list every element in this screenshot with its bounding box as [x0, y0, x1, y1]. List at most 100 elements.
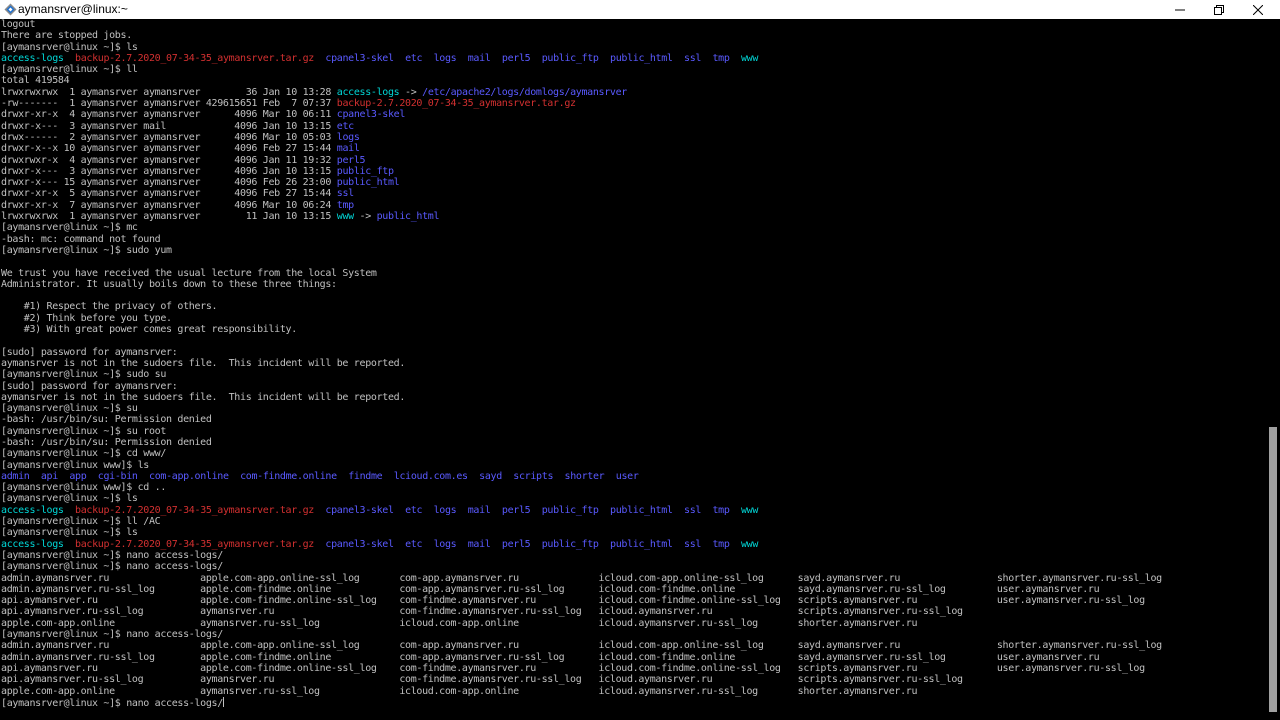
terminal-line: drwxrwxr-x 4 aymansrver aymansrver 4096 …: [1, 155, 1263, 166]
terminal-text: www: [740, 52, 759, 64]
terminal-text: drwxrwxr-x 4 aymansrver aymansrver 4096 …: [1, 154, 337, 166]
terminal-output[interactable]: logout There are stopped jobs. [aymansrver…: [1, 19, 1263, 720]
terminal-line: drwxr-x--- 15 aymansrver aymansrver 4096…: [1, 177, 1263, 188]
terminal-text: drwxr-xr-x 4 aymansrver aymansrver 4096 …: [1, 109, 337, 121]
terminal-text: mail: [467, 538, 491, 550]
terminal-text: tmp: [712, 52, 730, 64]
terminal-line: [aymansrver@linux ~]$ su: [1, 403, 1263, 414]
terminal-line: api.aymansrver.ru-ssl_log aymansrver.ru …: [1, 674, 1263, 685]
terminal-line: aymansrver is not in the sudoers file. T…: [1, 358, 1263, 369]
window-titlebar[interactable]: aymansrver@linux:~: [0, 0, 1280, 19]
terminal-text: [aymansrver@linux ~]$ nano access-logs/: [1, 629, 223, 641]
maximize-button[interactable]: [1200, 0, 1238, 19]
terminal-text: #1) Respect the privacy of others.: [1, 301, 218, 313]
terminal-text: www: [740, 504, 759, 516]
minimize-button[interactable]: [1161, 0, 1199, 19]
terminal-text: public_ftp: [336, 165, 394, 177]
terminal-line: api.aymansrver.ru apple.com-findme.onlin…: [1, 663, 1263, 674]
terminal-text: user: [615, 470, 639, 482]
terminal-line: access-logs backup-2.7.2020_07-34-35_aym…: [1, 539, 1263, 550]
terminal-text: perl5: [336, 154, 366, 166]
terminal-text: admin: [1, 470, 30, 482]
terminal-line: drwxr-xr-x 7 aymansrver aymansrver 4096 …: [1, 200, 1263, 211]
terminal-line: lrwxrwxrwx 1 aymansrver aymansrver 11 Ja…: [1, 211, 1263, 222]
terminal-text: [aymansrver@linux ~]$ ll /AC: [1, 516, 161, 528]
terminal-text: ssl: [684, 52, 702, 64]
terminal-text: backup-2.7.2020_07-34-35_aymansrver.tar.…: [336, 98, 576, 110]
terminal-text: [sudo] password for aymansrver:: [1, 346, 178, 358]
terminal-text: [sudo] password for aymansrver:: [1, 380, 178, 392]
terminal-text: logs: [336, 131, 360, 143]
terminal-line: [aymansrver@linux ~]$ ll: [1, 64, 1263, 75]
terminal-line: #2) Think before you type.: [1, 313, 1263, 324]
terminal-text: cpanel3-skel: [325, 52, 394, 64]
terminal-text: [aymansrver@linux ~]$ ls: [1, 41, 138, 53]
scrollbar-thumb[interactable]: [1269, 427, 1277, 712]
terminal-text: -rw------- 1 aymansrver aymansrver 42961…: [1, 98, 337, 110]
terminal-line: admin api app cgi-bin com-app.online com…: [1, 471, 1263, 482]
terminal-line: There are stopped jobs.: [1, 30, 1263, 41]
terminal-text: [aymansrver@linux www]$ ls: [1, 459, 149, 471]
terminal-text: etc: [405, 538, 423, 550]
terminal-line: admin.aymansrver.ru apple.com-app.online…: [1, 640, 1263, 651]
terminal-text: com-app.online: [149, 470, 229, 482]
terminal-line: drwx------ 2 aymansrver aymansrver 4096 …: [1, 132, 1263, 143]
terminal-line: Administrator. It usually boils down to …: [1, 279, 1263, 290]
terminal-text: public_html: [610, 504, 673, 516]
terminal-line: [aymansrver@linux ~]$ nano access-logs/: [1, 561, 1263, 572]
close-button[interactable]: [1239, 0, 1277, 19]
terminal-text: drwxr-xr-x 5 aymansrver aymansrver 4096 …: [1, 188, 337, 200]
terminal-line: [aymansrver@linux ~]$ mc: [1, 222, 1263, 233]
terminal-line: [aymansrver@linux ~]$ ls: [1, 527, 1263, 538]
terminal-text: ssl: [684, 504, 702, 516]
terminal-line: #1) Respect the privacy of others.: [1, 301, 1263, 312]
terminal-text: api: [40, 470, 58, 482]
terminal-line: drwxr-xr-x 4 aymansrver aymansrver 4096 …: [1, 109, 1263, 120]
terminal-text: perl5: [501, 504, 531, 516]
terminal-text: public_ftp: [541, 538, 599, 550]
terminal-line: -bash: /usr/bin/su: Permission denied: [1, 437, 1263, 448]
terminal-line: [aymansrver@linux ~]$ sudo su: [1, 369, 1263, 380]
terminal-text: app: [69, 470, 87, 482]
terminal-text: logs: [433, 538, 457, 550]
terminal-text: mail: [336, 143, 360, 155]
terminal-text: [aymansrver@linux ~]$ su root: [1, 425, 167, 437]
terminal-text: drwxr-x--- 3 aymansrver aymansrver 4096 …: [1, 165, 337, 177]
terminal-text: [aymansrver@linux ~]$ sudo su: [1, 369, 167, 381]
vertical-scrollbar[interactable]: [1266, 19, 1280, 720]
terminal-text: public_html: [610, 538, 673, 550]
terminal-line: [aymansrver@linux ~]$ cd www/: [1, 448, 1263, 459]
terminal-text: access-logs: [1, 538, 64, 550]
terminal-text: sayd: [479, 470, 502, 482]
terminal-line: total 419584: [1, 75, 1263, 86]
terminal-text: etc: [336, 120, 354, 132]
terminal-text: ->: [353, 211, 377, 223]
terminal-text: aymansrver is not in the sudoers file. T…: [1, 357, 406, 369]
terminal-line: [aymansrver@linux ~]$ ls: [1, 493, 1263, 504]
terminal-text: api.aymansrver.ru apple.com-findme.onlin…: [1, 662, 1145, 674]
terminal-line: [aymansrver@linux ~]$ nano access-logs/: [1, 629, 1263, 640]
